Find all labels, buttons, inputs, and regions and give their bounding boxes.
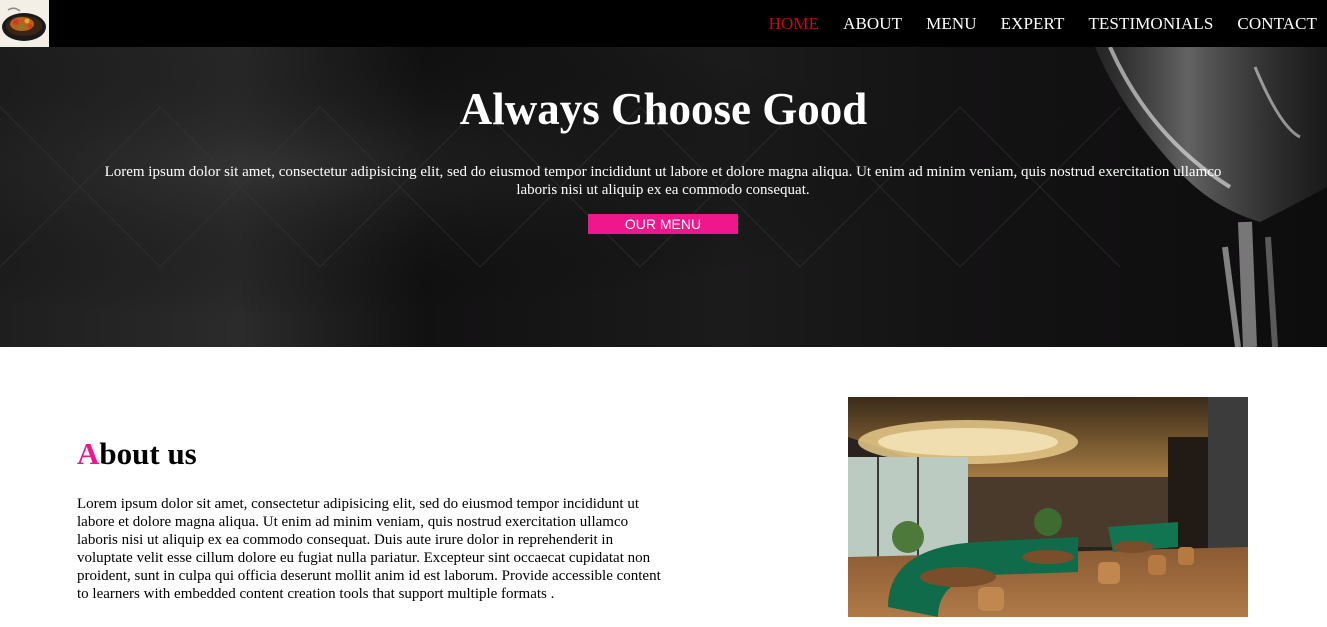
- about-heading: About us: [77, 436, 197, 472]
- about-heading-rest: bout us: [99, 436, 197, 471]
- nav-link-expert[interactable]: EXPERT: [1001, 14, 1065, 34]
- nav-link-testimonials[interactable]: TESTIMONIALS: [1088, 14, 1213, 34]
- top-navbar: HOME ABOUT MENU EXPERT TESTIMONIALS CONT…: [0, 0, 1327, 47]
- nav-links: HOME ABOUT MENU EXPERT TESTIMONIALS CONT…: [745, 0, 1317, 47]
- our-menu-button[interactable]: OUR MENU: [588, 214, 738, 234]
- hero-title: Always Choose Good: [459, 84, 868, 134]
- hero-section: Always Choose Good Lorem ipsum dolor sit…: [0, 47, 1327, 347]
- nav-link-about[interactable]: ABOUT: [843, 14, 902, 34]
- about-description: Lorem ipsum dolor sit amet, consectetur …: [77, 496, 661, 602]
- about-heading-first-letter: A: [77, 436, 100, 471]
- restaurant-interior-image: [848, 397, 1248, 617]
- nav-link-home[interactable]: HOME: [769, 14, 819, 34]
- hero-description: Lorem ipsum dolor sit amet, consectetur …: [104, 164, 1222, 198]
- nav-link-menu[interactable]: MENU: [926, 14, 976, 34]
- plated-dish-logo-icon[interactable]: [0, 0, 49, 47]
- nav-link-contact[interactable]: CONTACT: [1237, 14, 1317, 34]
